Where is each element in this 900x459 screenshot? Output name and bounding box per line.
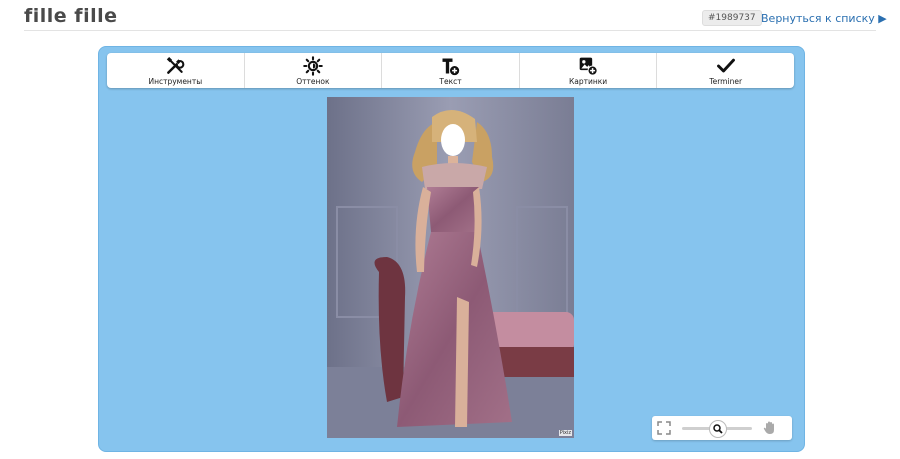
header-divider bbox=[24, 30, 876, 31]
zoom-magnifier-icon bbox=[713, 423, 723, 434]
photo-image bbox=[327, 97, 574, 438]
zoom-panel bbox=[652, 416, 792, 440]
back-to-list-link[interactable]: Вернуться к списку ▶ bbox=[761, 12, 887, 25]
tool-finish-label: Terminer bbox=[709, 76, 743, 86]
page-title: fille fille bbox=[24, 5, 118, 27]
pan-button[interactable] bbox=[758, 416, 782, 440]
zoom-slider-thumb[interactable] bbox=[709, 419, 727, 438]
tool-tools-label: Инструменты bbox=[148, 76, 203, 86]
tool-text-label: Текст bbox=[439, 76, 462, 86]
photo-canvas[interactable]: Pixiz bbox=[327, 97, 574, 438]
toolbar: Инструменты Оттенок Текст Картинки Termi… bbox=[107, 53, 794, 88]
checkmark-icon bbox=[716, 58, 735, 72]
zoom-slider[interactable] bbox=[682, 419, 752, 438]
tools-icon bbox=[167, 56, 185, 74]
tool-finish-button[interactable]: Terminer bbox=[657, 53, 794, 88]
fullscreen-button[interactable] bbox=[652, 416, 676, 440]
tool-images-button[interactable]: Картинки bbox=[520, 53, 658, 88]
tool-tools-button[interactable]: Инструменты bbox=[107, 53, 245, 88]
tool-text-button[interactable]: Текст bbox=[382, 53, 520, 88]
id-badge: #1989737 bbox=[702, 10, 762, 26]
tool-images-label: Картинки bbox=[568, 76, 608, 86]
tool-tint-button[interactable]: Оттенок bbox=[245, 53, 383, 88]
text-add-icon bbox=[442, 58, 460, 75]
tool-tint-label: Оттенок bbox=[296, 76, 330, 86]
watermark: Pixiz bbox=[558, 430, 572, 436]
brightness-icon bbox=[303, 55, 323, 76]
image-add-icon bbox=[579, 57, 598, 76]
pan-hand-icon bbox=[763, 421, 774, 434]
editor-panel: Инструменты Оттенок Текст Картинки Termi… bbox=[98, 46, 805, 452]
fullscreen-icon bbox=[657, 421, 671, 435]
